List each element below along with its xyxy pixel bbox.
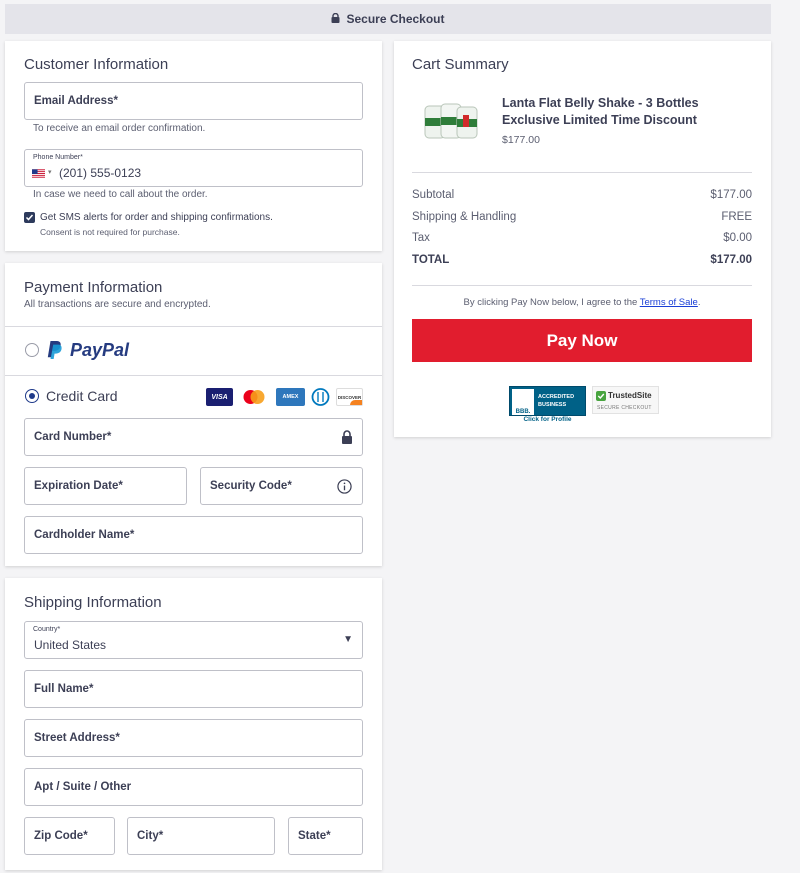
mastercard-logo-icon — [240, 388, 268, 406]
chevron-down-icon[interactable]: ▾ — [48, 168, 52, 176]
full-name-field[interactable]: Full Name* — [24, 670, 363, 708]
tax-row: Tax $0.00 — [412, 232, 752, 244]
security-code-label: Security Code* — [210, 480, 292, 492]
security-code-field[interactable]: Security Code* — [200, 467, 363, 505]
trustedsite-badge[interactable]: TrustedSite SECURE CHECKOUT — [592, 386, 659, 414]
phone-label: Phone Number* — [33, 154, 83, 161]
payment-divider-top — [5, 326, 382, 327]
us-flag-icon[interactable] — [32, 169, 45, 178]
subtotal-row: Subtotal $177.00 — [412, 189, 752, 201]
paypal-label: PayPal — [70, 339, 130, 360]
pay-now-label: Pay Now — [546, 330, 618, 350]
amex-logo-text: AMEX — [282, 394, 299, 400]
discover-logo-icon: DISCOVER — [336, 388, 363, 406]
bbb-badge[interactable]: BBB. ACCREDITED BUSINESS — [509, 386, 586, 416]
email-label: Email Address* — [34, 95, 118, 107]
street-address-field[interactable]: Street Address* — [24, 719, 363, 757]
bbb-brand: BBB. — [515, 409, 531, 415]
country-value: United States — [34, 638, 107, 652]
trustedsite-title: TrustedSite — [608, 391, 652, 400]
sms-label: Get SMS alerts for order and shipping co… — [40, 212, 273, 223]
cardholder-name-field[interactable]: Cardholder Name* — [24, 516, 363, 554]
total-label: TOTAL — [412, 254, 450, 266]
apt-suite-field[interactable]: Apt / Suite / Other — [24, 768, 363, 806]
terms-of-sale-link[interactable]: Terms of Sale — [640, 297, 698, 308]
sms-checkbox[interactable] — [24, 212, 35, 223]
total-value: $177.00 — [710, 254, 752, 266]
city-field[interactable]: City* — [127, 817, 275, 855]
cart-summary-title: Cart Summary — [412, 56, 509, 73]
email-field[interactable]: Email Address* — [24, 82, 363, 120]
bbb-torch-icon: BBB. — [512, 389, 534, 415]
tax-label: Tax — [412, 232, 430, 244]
apt-suite-label: Apt / Suite / Other — [34, 781, 132, 793]
cart-divider-bottom — [412, 285, 752, 286]
full-name-label: Full Name* — [34, 683, 94, 695]
visa-logo-text: VISA — [211, 393, 228, 401]
total-row: TOTAL $177.00 — [412, 254, 752, 266]
shipping-row: Shipping & Handling FREE — [412, 211, 752, 223]
trustedsite-subtitle: SECURE CHECKOUT — [597, 405, 652, 411]
payment-secure-note: All transactions are secure and encrypte… — [24, 299, 211, 310]
check-shield-icon — [596, 391, 606, 401]
cardholder-name-label: Cardholder Name* — [34, 529, 135, 541]
subtotal-label: Subtotal — [412, 189, 455, 201]
chevron-down-icon: ▼ — [343, 634, 353, 645]
shipping-value: FREE — [721, 211, 752, 223]
terms-note: By clicking Pay Now below, I agree to th… — [412, 297, 752, 308]
state-label: State* — [298, 830, 331, 842]
card-number-label: Card Number* — [34, 431, 112, 443]
shipping-information-title: Shipping Information — [24, 594, 162, 611]
credit-card-label[interactable]: Credit Card — [46, 388, 118, 404]
paypal-logo-icon — [47, 341, 62, 359]
checkmark-icon — [25, 214, 34, 221]
product-price: $177.00 — [502, 134, 540, 146]
product-name: Lanta Flat Belly Shake - 3 Bottles Exclu… — [502, 96, 699, 127]
customer-information-title: Customer Information — [24, 56, 169, 73]
terms-suffix: . — [697, 297, 701, 308]
shipping-label: Shipping & Handling — [412, 211, 517, 223]
payment-divider-mid — [5, 375, 382, 376]
terms-prefix: By clicking Pay Now below, I agree to th… — [463, 297, 638, 308]
cart-divider-top — [412, 172, 752, 173]
secure-checkout-title: Secure Checkout — [346, 12, 445, 26]
bbb-accredited-text: ACCREDITED BUSINESS — [538, 393, 574, 409]
subtotal-value: $177.00 — [710, 189, 752, 201]
paypal-option[interactable]: PayPal — [46, 338, 129, 362]
discover-logo-text: DISCOVER — [337, 394, 362, 400]
diners-logo-icon — [311, 388, 330, 406]
card-number-field[interactable]: Card Number* — [24, 418, 363, 456]
state-field[interactable]: State* — [288, 817, 363, 855]
product-image — [423, 100, 479, 142]
zip-code-label: Zip Code* — [34, 830, 88, 842]
sms-consent: Consent is not required for purchase. — [40, 227, 180, 237]
street-address-label: Street Address* — [34, 732, 120, 744]
visa-logo-icon: VISA — [206, 388, 233, 406]
credit-card-radio[interactable] — [25, 389, 39, 403]
country-label: Country* — [33, 626, 61, 633]
expiration-date-field[interactable]: Expiration Date* — [24, 467, 187, 505]
secure-checkout-bar: Secure Checkout — [5, 4, 771, 34]
lock-icon — [342, 430, 352, 444]
bbb-line1: ACCREDITED — [538, 394, 575, 400]
city-label: City* — [137, 830, 164, 842]
phone-value: (201) 555-0123 — [59, 166, 142, 180]
zip-code-field[interactable]: Zip Code* — [24, 817, 115, 855]
phone-field[interactable]: Phone Number* ▾ (201) 555-0123 — [24, 149, 363, 187]
email-hint: To receive an email order confirmation. — [33, 123, 206, 134]
bbb-click-for-profile[interactable]: Click for Profile — [509, 416, 586, 423]
radio-selected-dot — [28, 392, 35, 399]
phone-hint: In case we need to call about the order. — [33, 189, 208, 200]
lock-icon — [331, 13, 340, 23]
bbb-line2: BUSINESS — [538, 402, 567, 408]
payment-information-title: Payment Information — [24, 279, 163, 296]
paypal-radio[interactable] — [25, 343, 39, 357]
pay-now-button[interactable]: Pay Now — [412, 319, 752, 362]
amex-logo-icon: AMEX — [276, 388, 305, 406]
discover-stripe — [350, 400, 362, 405]
country-select[interactable]: Country* United States ▼ — [24, 621, 363, 659]
info-icon[interactable] — [337, 479, 352, 494]
expiration-date-label: Expiration Date* — [34, 480, 123, 492]
tax-value: $0.00 — [723, 232, 752, 244]
